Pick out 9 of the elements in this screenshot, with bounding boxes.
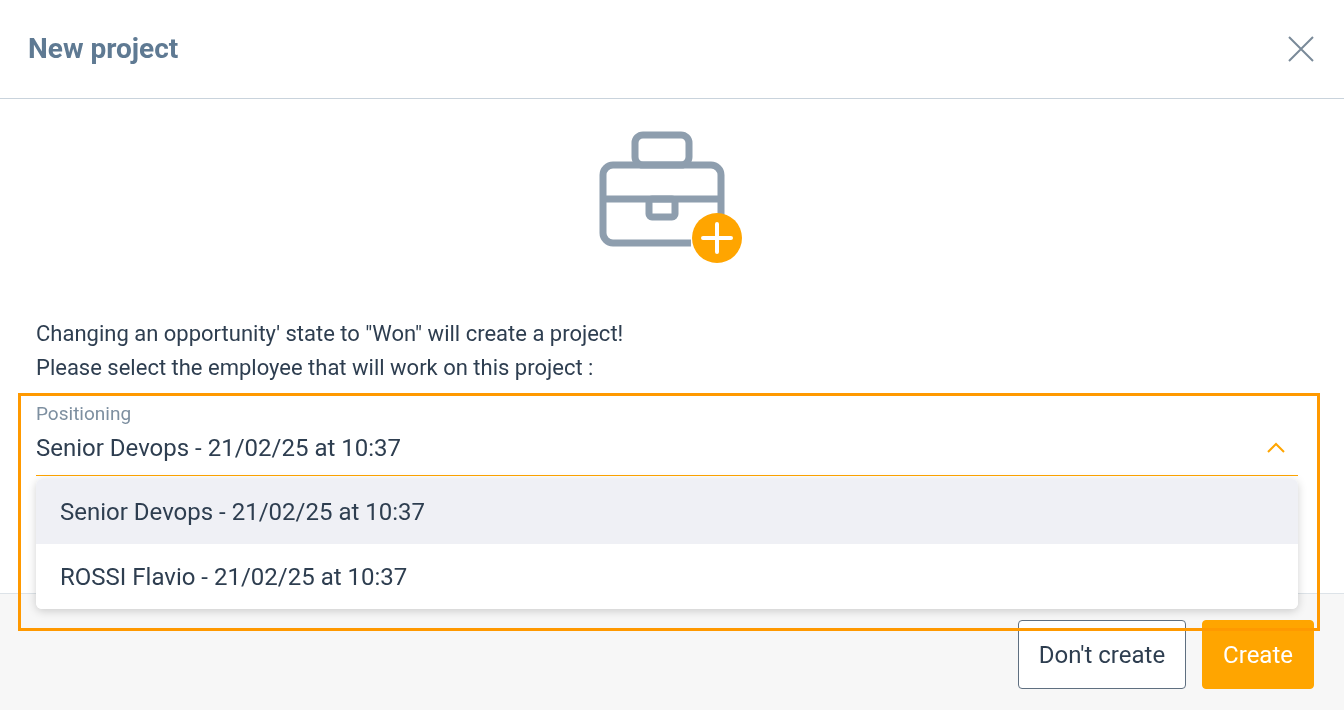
positioning-select[interactable]: Positioning Senior Devops - 21/02/25 at 10:37 [36, 395, 1298, 476]
dropdown-option[interactable]: ROSSI Flavio - 21/02/25 at 10:37 [36, 544, 1298, 609]
select-value: Senior Devops - 21/02/25 at 10:37 [36, 433, 401, 463]
dialog-title: New project [28, 31, 179, 67]
dropdown-option[interactable]: Senior Devops - 21/02/25 at 10:37 [36, 479, 1298, 544]
cancel-button[interactable]: Don't create [1017, 620, 1187, 689]
message-text: Changing an opportunity' state to "Won" will create a project! [36, 320, 625, 348]
field-label: Positioning [36, 402, 132, 426]
message-text: Please select the employee that will work on this project : [36, 354, 595, 382]
